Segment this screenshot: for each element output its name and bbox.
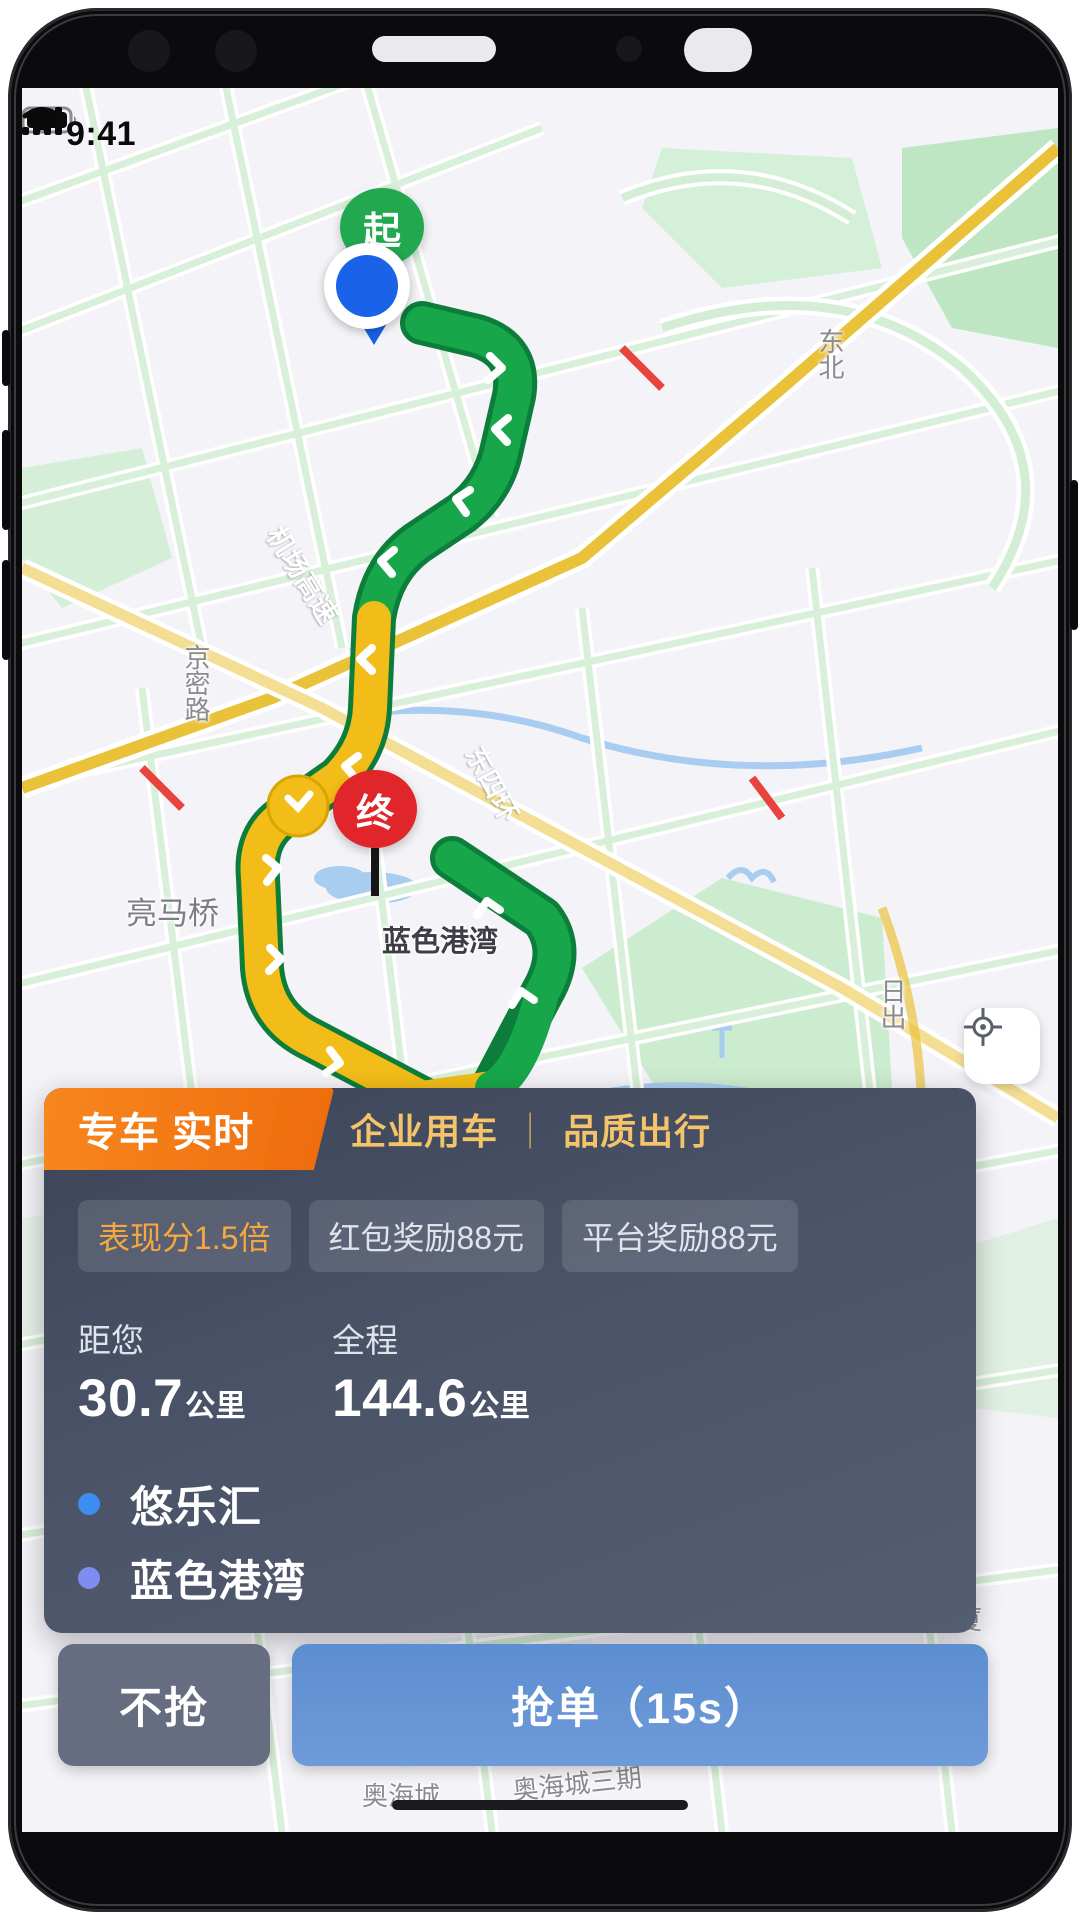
current-location-marker [324, 243, 410, 345]
volume-down-button[interactable] [2, 560, 10, 660]
phone-frame: 9:41 机场高速 东四环 京密路 亮马桥 东北 日出 奥海城 奥海城三期 蓝色… [0, 0, 1080, 1920]
badge-redpacket-reward: 红包奖励88元 [308, 1200, 545, 1272]
sensor-row [0, 0, 1080, 96]
earpiece-speaker [372, 36, 496, 62]
map-area-label-richu: 日出 [877, 978, 907, 1030]
camera-lens-icon [215, 30, 257, 72]
status-bar: 9:41 [22, 106, 1058, 162]
dropoff-location-name: 蓝色港湾 [130, 1558, 306, 1606]
metric-distance-to-you-number: 30.7 [78, 1369, 184, 1428]
route-end-marker[interactable]: 终 [333, 770, 417, 896]
metric-total-distance-value: 144.6 公里 [332, 1368, 530, 1429]
map-destination-label: 蓝色港湾 [382, 926, 499, 958]
volume-up-button[interactable] [2, 430, 10, 530]
recenter-icon [964, 1008, 1002, 1046]
battery-icon [22, 106, 76, 134]
metric-total-distance-number: 144.6 [332, 1369, 468, 1428]
map-area-label-liangmaqiao: 亮马桥 [126, 896, 219, 931]
list-item: 悠乐汇 [78, 1467, 942, 1541]
map-area-label-dongbei: 东北 [815, 328, 845, 380]
dropoff-dot-icon [78, 1567, 100, 1589]
phone-screen: 9:41 机场高速 东四环 京密路 亮马桥 东北 日出 奥海城 奥海城三期 蓝色… [22, 88, 1058, 1832]
order-card-tabs: 专车 实时 企业用车 ｜ 品质出行 [44, 1088, 976, 1170]
tab-service-tagline: 企业用车 ｜ 品质出行 [298, 1088, 711, 1170]
recenter-button[interactable] [964, 1008, 1040, 1084]
tagline-right: 品质出行 [563, 1111, 712, 1152]
order-card-body: 表现分1.5倍 红包奖励88元 平台奖励88元 距您 30.7 公里 全程 14… [44, 1170, 976, 1615]
metric-total-distance-unit: 公里 [469, 1390, 531, 1423]
decline-order-button[interactable]: 不抢 [58, 1644, 270, 1766]
location-core [336, 255, 398, 317]
trip-stop-list: 悠乐汇 蓝色港湾 [78, 1467, 942, 1615]
home-indicator[interactable] [392, 1800, 688, 1810]
metric-distance-to-you-value: 30.7 公里 [78, 1368, 246, 1429]
order-card[interactable]: 专车 实时 企业用车 ｜ 品质出行 表现分1.5倍 红包奖励88元 平台奖励88… [44, 1088, 976, 1633]
badge-platform-reward: 平台奖励88元 [562, 1200, 798, 1272]
route-end-marker-label: 终 [333, 770, 417, 848]
metric-distance-to-you: 距您 30.7 公里 [78, 1314, 246, 1429]
accept-order-button[interactable]: 抢单（15s） [292, 1644, 988, 1766]
metric-distance-to-you-unit: 公里 [185, 1390, 247, 1423]
tab-service-type-label: 专车 实时 [78, 1111, 255, 1155]
badge-performance-multiplier: 表现分1.5倍 [78, 1200, 291, 1272]
marker-stem [371, 848, 379, 896]
pickup-location-name: 悠乐汇 [130, 1484, 262, 1532]
map-road-label-jingmi-road: 京密路 [181, 644, 211, 722]
tab-service-type[interactable]: 专车 实时 [44, 1088, 299, 1170]
camera-lens-icon [128, 30, 170, 72]
sensor-dot-icon [616, 36, 642, 62]
metric-total-distance: 全程 144.6 公里 [332, 1314, 530, 1429]
tagline-left: 企业用车 [350, 1111, 499, 1152]
tagline-separator: ｜ [512, 1111, 550, 1152]
pickup-dot-icon [78, 1493, 100, 1515]
metric-distance-to-you-label: 距您 [78, 1322, 144, 1359]
action-button-bar: 不抢 抢单（15s） [58, 1644, 988, 1766]
metric-total-distance-label: 全程 [332, 1322, 399, 1359]
distance-metrics: 距您 30.7 公里 全程 144.6 公里 [78, 1314, 942, 1429]
mute-switch[interactable] [2, 330, 10, 386]
reward-badge-list: 表现分1.5倍 红包奖励88元 平台奖励88元 [78, 1200, 942, 1272]
power-button[interactable] [1070, 480, 1078, 630]
list-item: 蓝色港湾 [78, 1541, 942, 1615]
front-camera-module [684, 28, 752, 72]
